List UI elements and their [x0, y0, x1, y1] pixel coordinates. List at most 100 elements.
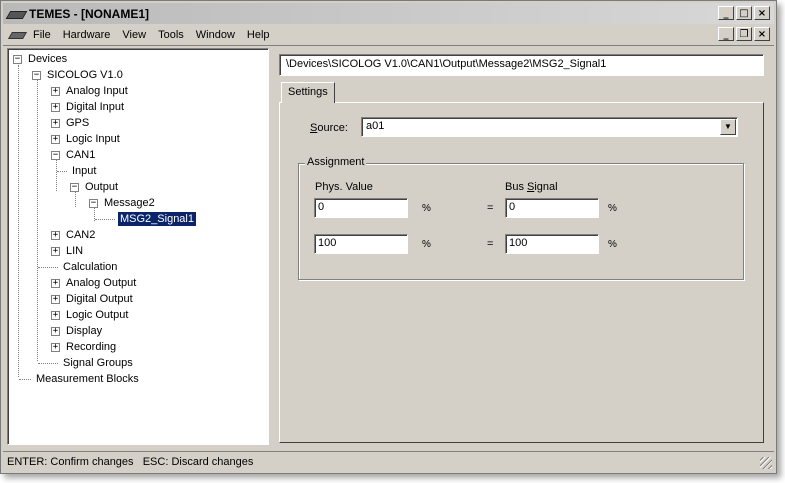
- expand-icon[interactable]: +: [51, 278, 60, 288]
- expand-icon[interactable]: +: [51, 134, 60, 144]
- bus-signal-field-2[interactable]: 100: [505, 234, 599, 254]
- tree-item-gps[interactable]: + GPS: [51, 115, 91, 131]
- tree-item-input[interactable]: Input: [57, 163, 98, 179]
- collapse-icon[interactable]: −: [32, 70, 41, 80]
- tree-item-label: Message2: [104, 197, 155, 209]
- tree-item-label: Devices: [28, 53, 68, 65]
- dropdown-arrow-icon[interactable]: ▼: [720, 119, 736, 135]
- source-label: Source:: [310, 122, 348, 134]
- tree-item-label: CAN1: [66, 149, 96, 161]
- tree-item-label-selected: MSG2_Signal1: [118, 212, 196, 226]
- tree-item-label: Display: [66, 325, 103, 337]
- tab-settings[interactable]: Settings: [281, 82, 335, 103]
- expand-icon[interactable]: +: [51, 102, 60, 112]
- menu-file[interactable]: File: [27, 29, 57, 41]
- title-bar[interactable]: TEMES - [NONAME1] _ □ ×: [3, 3, 774, 24]
- collapse-icon[interactable]: −: [51, 150, 60, 160]
- tree-connector: [95, 218, 115, 220]
- tree-item-digital-output[interactable]: + Digital Output: [51, 291, 135, 307]
- details-pane: \Devices\SICOLOG V1.0\CAN1\Output\Messag…: [277, 48, 764, 445]
- tree-item-calculation[interactable]: Calculation: [38, 259, 119, 275]
- tree-item-label: Logic Output: [66, 309, 129, 321]
- assignment-group: Assignment Phys. Value Bus Signal 0 % = …: [298, 156, 744, 280]
- expand-icon[interactable]: +: [51, 310, 60, 320]
- menu-window[interactable]: Window: [190, 29, 241, 41]
- menu-tools[interactable]: Tools: [152, 29, 190, 41]
- tree-item-logic-input[interactable]: + Logic Input: [51, 131, 122, 147]
- tree-item-recording[interactable]: + Recording: [51, 339, 118, 355]
- bus-unit-2: %: [608, 239, 617, 250]
- tree-item-analog-output[interactable]: + Analog Output: [51, 275, 138, 291]
- tree-item-digital-input[interactable]: + Digital Input: [51, 99, 126, 115]
- app-icon[interactable]: [7, 7, 25, 21]
- tree-item-can2[interactable]: + CAN2: [51, 227, 97, 243]
- phys-value-label: Phys. Value: [315, 181, 373, 193]
- tree-item-label: SICOLOG V1.0: [47, 69, 123, 81]
- bus-unit-1: %: [608, 203, 617, 214]
- tree-item-measurement-blocks[interactable]: Measurement Blocks: [19, 371, 141, 387]
- menu-bar: File Hardware View Tools Window Help _ ❐…: [3, 25, 774, 44]
- phys-value-field-1[interactable]: 0: [314, 198, 408, 218]
- tree-item-output[interactable]: − Output: [70, 179, 120, 195]
- expand-icon[interactable]: +: [51, 294, 60, 304]
- tree-item-lin[interactable]: + LIN: [51, 243, 85, 259]
- status-text: ENTER: Confirm changes ESC: Discard chan…: [7, 456, 254, 468]
- menu-view[interactable]: View: [116, 29, 152, 41]
- client-area: − Devices − SICOLOG V1.0 + Analog Input …: [3, 45, 774, 449]
- tree-item-signal-groups[interactable]: Signal Groups: [38, 355, 135, 371]
- settings-panel: Source: a01 ▼ Assignment Phys. Value Bus…: [279, 102, 764, 443]
- tree-item-label: GPS: [66, 117, 90, 129]
- close-button[interactable]: ×: [754, 6, 770, 20]
- tree-item-display[interactable]: + Display: [51, 323, 104, 339]
- child-minimize-button[interactable]: _: [718, 27, 734, 41]
- tree-connector: [38, 266, 58, 268]
- tree-item-label: Analog Input: [66, 85, 128, 97]
- expand-icon[interactable]: +: [51, 86, 60, 96]
- device-tree[interactable]: − Devices − SICOLOG V1.0 + Analog Input …: [7, 48, 269, 445]
- equals-sign-2: =: [487, 238, 494, 250]
- collapse-icon[interactable]: −: [70, 182, 79, 192]
- tree-item-label: Signal Groups: [63, 357, 133, 369]
- tree-item-label: LIN: [66, 245, 84, 257]
- tree-item-label: Input: [72, 165, 97, 177]
- phys-unit-1: %: [422, 203, 431, 214]
- expand-icon[interactable]: +: [51, 326, 60, 336]
- menu-help[interactable]: Help: [241, 29, 276, 41]
- tree-item-logic-output[interactable]: + Logic Output: [51, 307, 130, 323]
- assignment-title: Assignment: [305, 156, 367, 168]
- resize-grip-icon[interactable]: [760, 457, 772, 469]
- collapse-icon[interactable]: −: [89, 198, 98, 208]
- expand-icon[interactable]: +: [51, 246, 60, 256]
- tree-connector: [57, 170, 67, 172]
- expand-icon[interactable]: +: [51, 230, 60, 240]
- tree-item-label: Measurement Blocks: [36, 373, 139, 385]
- tree-item-devices[interactable]: − Devices: [13, 51, 69, 67]
- tree-item-sicolog[interactable]: − SICOLOG V1.0: [32, 67, 125, 83]
- child-restore-button[interactable]: ❐: [736, 27, 752, 41]
- tree-item-analog-input[interactable]: + Analog Input: [51, 83, 130, 99]
- document-icon[interactable]: [9, 29, 27, 41]
- tree-item-label: CAN2: [66, 229, 96, 241]
- tree-item-message2[interactable]: − Message2: [89, 195, 157, 211]
- menu-hardware[interactable]: Hardware: [57, 29, 117, 41]
- bus-signal-field-1[interactable]: 0: [505, 198, 599, 218]
- collapse-icon[interactable]: −: [13, 54, 22, 64]
- expand-icon[interactable]: +: [51, 342, 60, 352]
- minimize-button[interactable]: _: [718, 6, 734, 20]
- app-window: TEMES - [NONAME1] _ □ × File Hardware Vi…: [0, 0, 777, 474]
- path-display: \Devices\SICOLOG V1.0\CAN1\Output\Messag…: [279, 54, 764, 76]
- maximize-button[interactable]: □: [736, 6, 752, 20]
- source-combobox[interactable]: a01 ▼: [361, 117, 738, 137]
- status-bar: ENTER: Confirm changes ESC: Discard chan…: [3, 451, 774, 471]
- tree-connector: [19, 378, 31, 380]
- tree-item-can1[interactable]: − CAN1: [51, 147, 97, 163]
- tree-item-label: Logic Input: [66, 133, 120, 145]
- phys-value-field-2[interactable]: 100: [314, 234, 408, 254]
- tree-connector: [38, 362, 58, 364]
- tree-item-label: Analog Output: [66, 277, 137, 289]
- child-close-button[interactable]: ×: [754, 27, 770, 41]
- tree-item-label: Digital Output: [66, 293, 133, 305]
- tree-item-msg2-signal1[interactable]: MSG2_Signal1: [95, 211, 196, 227]
- expand-icon[interactable]: +: [51, 118, 60, 128]
- tree-item-label: Digital Input: [66, 101, 125, 113]
